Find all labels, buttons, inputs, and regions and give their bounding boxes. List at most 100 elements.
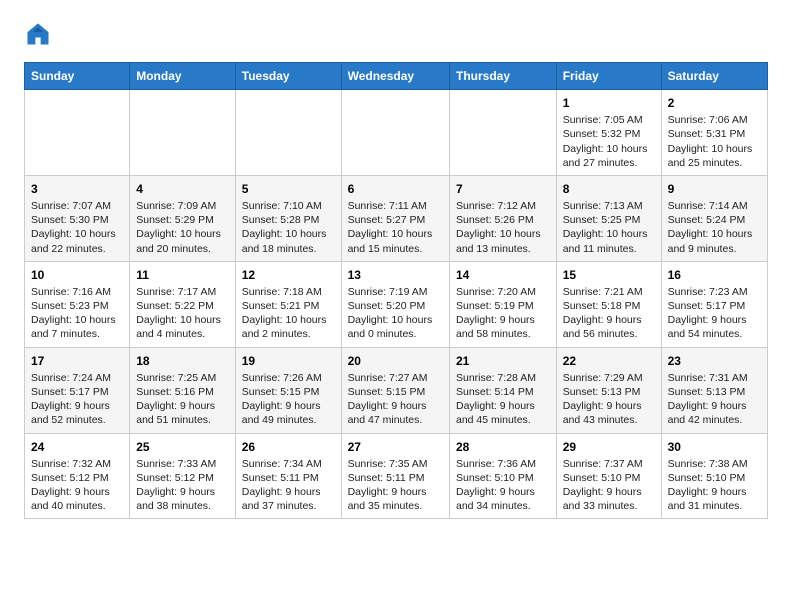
calendar-body: 1 Sunrise: 7:05 AM Sunset: 5:32 PM Daylig… xyxy=(25,90,768,519)
weekday-header-wednesday: Wednesday xyxy=(341,63,449,90)
calendar-cell: 20 Sunrise: 7:27 AM Sunset: 5:15 PM Dayli… xyxy=(341,347,449,433)
weekday-header-monday: Monday xyxy=(130,63,236,90)
day-info: Sunrise: 7:12 AM Sunset: 5:26 PM Dayligh… xyxy=(456,199,550,256)
calendar-cell: 8Sunrise: 7:13 AM Sunset: 5:25 PM Daylig… xyxy=(556,175,661,261)
calendar-week-row: 3 Sunrise: 7:07 AM Sunset: 5:30 PM Daylig… xyxy=(25,175,768,261)
calendar-cell: 6Sunrise: 7:11 AM Sunset: 5:27 PM Daylig… xyxy=(341,175,449,261)
calendar-cell xyxy=(130,90,236,176)
day-info: Sunrise: 7:36 AM Sunset: 5:10 PM Dayligh… xyxy=(456,457,550,514)
weekday-header-thursday: Thursday xyxy=(450,63,557,90)
calendar-cell: 11 Sunrise: 7:17 AM Sunset: 5:22 PM Dayli… xyxy=(130,261,236,347)
day-info: Sunrise: 7:17 AM Sunset: 5:22 PM Dayligh… xyxy=(136,285,229,342)
day-info: Sunrise: 7:28 AM Sunset: 5:14 PM Dayligh… xyxy=(456,371,550,428)
day-info: Sunrise: 7:35 AM Sunset: 5:11 PM Dayligh… xyxy=(348,457,443,514)
calendar-cell: 24Sunrise: 7:32 AM Sunset: 5:12 PM Dayli… xyxy=(25,433,130,519)
calendar-table: SundayMondayTuesdayWednesdayThursdayFrid… xyxy=(24,62,768,519)
day-number: 27 xyxy=(348,439,443,455)
day-info: Sunrise: 7:05 AM Sunset: 5:32 PM Dayligh… xyxy=(563,113,655,170)
day-number: 29 xyxy=(563,439,655,455)
calendar-cell: 27 Sunrise: 7:35 AM Sunset: 5:11 PM Dayli… xyxy=(341,433,449,519)
day-info: Sunrise: 7:37 AM Sunset: 5:10 PM Dayligh… xyxy=(563,457,655,514)
day-number: 22 xyxy=(563,353,655,369)
day-info: Sunrise: 7:32 AM Sunset: 5:12 PM Dayligh… xyxy=(31,457,123,514)
calendar-cell: 29 Sunrise: 7:37 AM Sunset: 5:10 PM Dayli… xyxy=(556,433,661,519)
calendar-week-row: 10 Sunrise: 7:16 AM Sunset: 5:23 PM Dayli… xyxy=(25,261,768,347)
calendar-cell: 22 Sunrise: 7:29 AM Sunset: 5:13 PM Dayli… xyxy=(556,347,661,433)
calendar-week-row: 1 Sunrise: 7:05 AM Sunset: 5:32 PM Daylig… xyxy=(25,90,768,176)
calendar-cell: 4 Sunrise: 7:09 AM Sunset: 5:29 PM Daylig… xyxy=(130,175,236,261)
day-number: 11 xyxy=(136,267,229,283)
day-info: Sunrise: 7:19 AM Sunset: 5:20 PM Dayligh… xyxy=(348,285,443,342)
weekday-header-friday: Friday xyxy=(556,63,661,90)
day-info: Sunrise: 7:27 AM Sunset: 5:15 PM Dayligh… xyxy=(348,371,443,428)
day-number: 14 xyxy=(456,267,550,283)
calendar-cell: 1 Sunrise: 7:05 AM Sunset: 5:32 PM Daylig… xyxy=(556,90,661,176)
calendar-cell: 5 Sunrise: 7:10 AM Sunset: 5:28 PM Daylig… xyxy=(235,175,341,261)
logo xyxy=(24,20,56,48)
day-info: Sunrise: 7:34 AM Sunset: 5:11 PM Dayligh… xyxy=(242,457,335,514)
day-number: 3 xyxy=(31,181,123,197)
day-number: 1 xyxy=(563,95,655,111)
weekday-header-sunday: Sunday xyxy=(25,63,130,90)
day-info: Sunrise: 7:10 AM Sunset: 5:28 PM Dayligh… xyxy=(242,199,335,256)
day-number: 4 xyxy=(136,181,229,197)
calendar-cell: 15 Sunrise: 7:21 AM Sunset: 5:18 PM Dayli… xyxy=(556,261,661,347)
calendar-week-row: 17Sunrise: 7:24 AM Sunset: 5:17 PM Dayli… xyxy=(25,347,768,433)
calendar-cell: 26Sunrise: 7:34 AM Sunset: 5:11 PM Dayli… xyxy=(235,433,341,519)
calendar-cell xyxy=(25,90,130,176)
calendar-cell xyxy=(341,90,449,176)
calendar-cell xyxy=(235,90,341,176)
calendar-cell: 14 Sunrise: 7:20 AM Sunset: 5:19 PM Dayli… xyxy=(450,261,557,347)
day-info: Sunrise: 7:06 AM Sunset: 5:31 PM Dayligh… xyxy=(668,113,761,170)
day-number: 10 xyxy=(31,267,123,283)
calendar-cell xyxy=(450,90,557,176)
calendar-cell: 13Sunrise: 7:19 AM Sunset: 5:20 PM Dayli… xyxy=(341,261,449,347)
calendar-cell: 16 Sunrise: 7:23 AM Sunset: 5:17 PM Dayli… xyxy=(661,261,767,347)
day-info: Sunrise: 7:09 AM Sunset: 5:29 PM Dayligh… xyxy=(136,199,229,256)
day-info: Sunrise: 7:20 AM Sunset: 5:19 PM Dayligh… xyxy=(456,285,550,342)
day-number: 30 xyxy=(668,439,761,455)
calendar-header: SundayMondayTuesdayWednesdayThursdayFrid… xyxy=(25,63,768,90)
calendar-cell: 30 Sunrise: 7:38 AM Sunset: 5:10 PM Dayli… xyxy=(661,433,767,519)
calendar-cell: 21 Sunrise: 7:28 AM Sunset: 5:14 PM Dayli… xyxy=(450,347,557,433)
day-number: 8 xyxy=(563,181,655,197)
day-number: 20 xyxy=(348,353,443,369)
day-info: Sunrise: 7:26 AM Sunset: 5:15 PM Dayligh… xyxy=(242,371,335,428)
day-number: 16 xyxy=(668,267,761,283)
day-info: Sunrise: 7:18 AM Sunset: 5:21 PM Dayligh… xyxy=(242,285,335,342)
day-number: 5 xyxy=(242,181,335,197)
day-info: Sunrise: 7:38 AM Sunset: 5:10 PM Dayligh… xyxy=(668,457,761,514)
day-number: 15 xyxy=(563,267,655,283)
calendar-cell: 9Sunrise: 7:14 AM Sunset: 5:24 PM Daylig… xyxy=(661,175,767,261)
day-info: Sunrise: 7:24 AM Sunset: 5:17 PM Dayligh… xyxy=(31,371,123,428)
day-number: 7 xyxy=(456,181,550,197)
calendar-cell: 3 Sunrise: 7:07 AM Sunset: 5:30 PM Daylig… xyxy=(25,175,130,261)
day-info: Sunrise: 7:14 AM Sunset: 5:24 PM Dayligh… xyxy=(668,199,761,256)
page: SundayMondayTuesdayWednesdayThursdayFrid… xyxy=(0,0,792,535)
day-number: 19 xyxy=(242,353,335,369)
header xyxy=(24,20,768,48)
calendar-cell: 17Sunrise: 7:24 AM Sunset: 5:17 PM Dayli… xyxy=(25,347,130,433)
day-number: 25 xyxy=(136,439,229,455)
weekday-header-row: SundayMondayTuesdayWednesdayThursdayFrid… xyxy=(25,63,768,90)
day-number: 23 xyxy=(668,353,761,369)
day-number: 18 xyxy=(136,353,229,369)
calendar-cell: 2 Sunrise: 7:06 AM Sunset: 5:31 PM Daylig… xyxy=(661,90,767,176)
day-info: Sunrise: 7:23 AM Sunset: 5:17 PM Dayligh… xyxy=(668,285,761,342)
day-number: 28 xyxy=(456,439,550,455)
day-info: Sunrise: 7:21 AM Sunset: 5:18 PM Dayligh… xyxy=(563,285,655,342)
calendar-cell: 19 Sunrise: 7:26 AM Sunset: 5:15 PM Dayli… xyxy=(235,347,341,433)
logo-icon xyxy=(24,20,52,48)
day-info: Sunrise: 7:25 AM Sunset: 5:16 PM Dayligh… xyxy=(136,371,229,428)
day-info: Sunrise: 7:29 AM Sunset: 5:13 PM Dayligh… xyxy=(563,371,655,428)
calendar-cell: 7 Sunrise: 7:12 AM Sunset: 5:26 PM Daylig… xyxy=(450,175,557,261)
day-info: Sunrise: 7:31 AM Sunset: 5:13 PM Dayligh… xyxy=(668,371,761,428)
day-number: 21 xyxy=(456,353,550,369)
calendar-cell: 10 Sunrise: 7:16 AM Sunset: 5:23 PM Dayli… xyxy=(25,261,130,347)
day-info: Sunrise: 7:33 AM Sunset: 5:12 PM Dayligh… xyxy=(136,457,229,514)
calendar-week-row: 24Sunrise: 7:32 AM Sunset: 5:12 PM Dayli… xyxy=(25,433,768,519)
day-number: 12 xyxy=(242,267,335,283)
day-info: Sunrise: 7:16 AM Sunset: 5:23 PM Dayligh… xyxy=(31,285,123,342)
day-number: 2 xyxy=(668,95,761,111)
day-info: Sunrise: 7:07 AM Sunset: 5:30 PM Dayligh… xyxy=(31,199,123,256)
